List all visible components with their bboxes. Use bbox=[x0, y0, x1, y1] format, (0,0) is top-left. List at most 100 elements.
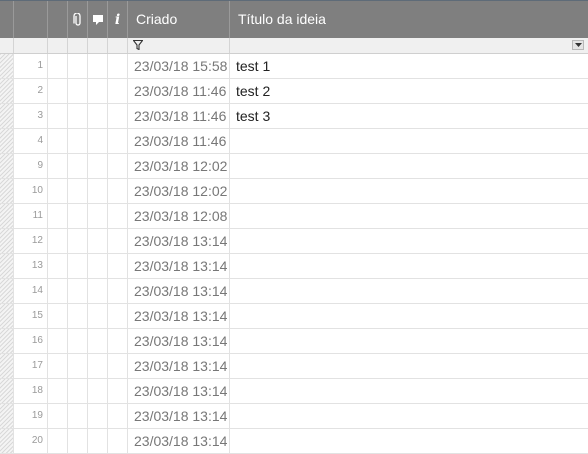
title-cell[interactable] bbox=[230, 229, 588, 253]
row-drag-handle[interactable] bbox=[0, 154, 14, 178]
row-attachments-cell[interactable] bbox=[68, 254, 88, 278]
row-info-cell[interactable] bbox=[108, 79, 128, 103]
row-info-cell[interactable] bbox=[108, 254, 128, 278]
created-cell[interactable]: 23/03/18 13:14 bbox=[128, 304, 230, 328]
row-comments-cell[interactable] bbox=[88, 329, 108, 353]
created-cell[interactable]: 23/03/18 13:14 bbox=[128, 429, 230, 453]
dropdown-arrow-icon[interactable] bbox=[572, 40, 584, 50]
title-cell[interactable] bbox=[230, 204, 588, 228]
row-info-cell[interactable] bbox=[108, 404, 128, 428]
row-drag-handle[interactable] bbox=[0, 404, 14, 428]
created-cell[interactable]: 23/03/18 12:02 bbox=[128, 154, 230, 178]
created-cell[interactable]: 23/03/18 13:14 bbox=[128, 354, 230, 378]
row-drag-handle[interactable] bbox=[0, 229, 14, 253]
row-comments-cell[interactable] bbox=[88, 279, 108, 303]
table-row[interactable]: 17 23/03/18 13:14 bbox=[0, 354, 588, 379]
row-comments-cell[interactable] bbox=[88, 154, 108, 178]
column-header-created[interactable]: Criado bbox=[128, 1, 230, 38]
row-attachments-cell[interactable] bbox=[68, 379, 88, 403]
row-number[interactable]: 17 bbox=[14, 354, 48, 378]
row-attachments-cell[interactable] bbox=[68, 179, 88, 203]
row-info-cell[interactable] bbox=[108, 179, 128, 203]
row-number[interactable]: 14 bbox=[14, 279, 48, 303]
table-row[interactable]: 4 23/03/18 11:46 bbox=[0, 129, 588, 154]
row-comments-cell[interactable] bbox=[88, 304, 108, 328]
row-number[interactable]: 20 bbox=[14, 429, 48, 453]
row-drag-handle[interactable] bbox=[0, 429, 14, 453]
row-attachments-cell[interactable] bbox=[68, 204, 88, 228]
row-comments-cell[interactable] bbox=[88, 104, 108, 128]
created-cell[interactable]: 23/03/18 13:14 bbox=[128, 404, 230, 428]
created-cell[interactable]: 23/03/18 13:14 bbox=[128, 229, 230, 253]
row-number[interactable]: 15 bbox=[14, 304, 48, 328]
row-drag-handle[interactable] bbox=[0, 254, 14, 278]
row-attachments-cell[interactable] bbox=[68, 354, 88, 378]
table-row[interactable]: 18 23/03/18 13:14 bbox=[0, 379, 588, 404]
row-attachments-cell[interactable] bbox=[68, 404, 88, 428]
table-row[interactable]: 20 23/03/18 13:14 bbox=[0, 429, 588, 454]
row-number[interactable]: 10 bbox=[14, 179, 48, 203]
title-cell[interactable] bbox=[230, 129, 588, 153]
created-cell[interactable]: 23/03/18 13:14 bbox=[128, 279, 230, 303]
created-cell[interactable]: 23/03/18 11:46 bbox=[128, 79, 230, 103]
title-cell[interactable] bbox=[230, 404, 588, 428]
row-number[interactable]: 11 bbox=[14, 204, 48, 228]
row-drag-handle[interactable] bbox=[0, 329, 14, 353]
row-info-cell[interactable] bbox=[108, 279, 128, 303]
row-comments-cell[interactable] bbox=[88, 129, 108, 153]
row-number[interactable]: 19 bbox=[14, 404, 48, 428]
row-drag-handle[interactable] bbox=[0, 79, 14, 103]
row-comments-cell[interactable] bbox=[88, 204, 108, 228]
table-row[interactable]: 15 23/03/18 13:14 bbox=[0, 304, 588, 329]
column-header-title[interactable]: Título da ideia bbox=[230, 1, 588, 38]
row-info-cell[interactable] bbox=[108, 104, 128, 128]
row-attachments-cell[interactable] bbox=[68, 154, 88, 178]
row-info-cell[interactable] bbox=[108, 154, 128, 178]
row-drag-handle[interactable] bbox=[0, 354, 14, 378]
info-column-header[interactable]: i bbox=[108, 1, 128, 38]
created-cell[interactable]: 23/03/18 15:58 bbox=[128, 54, 230, 78]
row-info-cell[interactable] bbox=[108, 229, 128, 253]
row-number[interactable]: 2 bbox=[14, 79, 48, 103]
row-info-cell[interactable] bbox=[108, 429, 128, 453]
title-cell[interactable] bbox=[230, 304, 588, 328]
table-row[interactable]: 3 23/03/18 11:46 test 3 bbox=[0, 104, 588, 129]
row-number[interactable]: 13 bbox=[14, 254, 48, 278]
title-cell[interactable] bbox=[230, 329, 588, 353]
row-info-cell[interactable] bbox=[108, 129, 128, 153]
table-row[interactable]: 12 23/03/18 13:14 bbox=[0, 229, 588, 254]
row-info-cell[interactable] bbox=[108, 379, 128, 403]
row-comments-cell[interactable] bbox=[88, 179, 108, 203]
row-number[interactable]: 16 bbox=[14, 329, 48, 353]
comments-column-header[interactable] bbox=[88, 1, 108, 38]
row-comments-cell[interactable] bbox=[88, 404, 108, 428]
row-info-cell[interactable] bbox=[108, 204, 128, 228]
row-number[interactable]: 4 bbox=[14, 129, 48, 153]
table-row[interactable]: 19 23/03/18 13:14 bbox=[0, 404, 588, 429]
title-cell[interactable] bbox=[230, 254, 588, 278]
row-info-cell[interactable] bbox=[108, 304, 128, 328]
header-row-number-col[interactable] bbox=[14, 1, 48, 38]
row-comments-cell[interactable] bbox=[88, 254, 108, 278]
row-drag-handle[interactable] bbox=[0, 379, 14, 403]
row-attachments-cell[interactable] bbox=[68, 304, 88, 328]
row-info-cell[interactable] bbox=[108, 54, 128, 78]
title-cell[interactable] bbox=[230, 279, 588, 303]
row-drag-handle[interactable] bbox=[0, 304, 14, 328]
created-cell[interactable]: 23/03/18 12:02 bbox=[128, 179, 230, 203]
row-comments-cell[interactable] bbox=[88, 79, 108, 103]
row-info-cell[interactable] bbox=[108, 329, 128, 353]
title-cell[interactable] bbox=[230, 179, 588, 203]
row-comments-cell[interactable] bbox=[88, 354, 108, 378]
table-row[interactable]: 2 23/03/18 11:46 test 2 bbox=[0, 79, 588, 104]
created-cell[interactable]: 23/03/18 13:14 bbox=[128, 329, 230, 353]
row-attachments-cell[interactable] bbox=[68, 129, 88, 153]
row-drag-handle[interactable] bbox=[0, 54, 14, 78]
row-number[interactable]: 9 bbox=[14, 154, 48, 178]
title-cell[interactable]: test 2 bbox=[230, 79, 588, 103]
row-comments-cell[interactable] bbox=[88, 429, 108, 453]
row-number[interactable]: 1 bbox=[14, 54, 48, 78]
table-row[interactable]: 9 23/03/18 12:02 bbox=[0, 154, 588, 179]
title-cell[interactable] bbox=[230, 154, 588, 178]
created-cell[interactable]: 23/03/18 11:46 bbox=[128, 104, 230, 128]
